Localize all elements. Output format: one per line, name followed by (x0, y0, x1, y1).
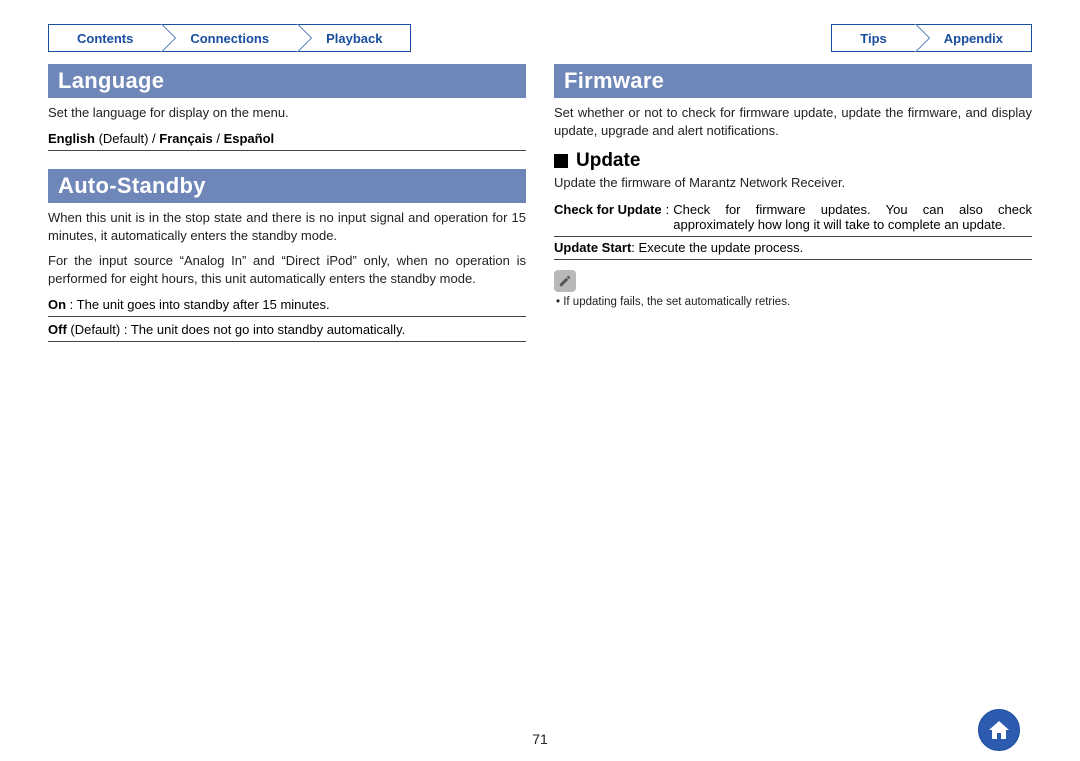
auto-standby-p1: When this unit is in the stop state and … (48, 209, 526, 245)
note-text: • If updating fails, the set automatical… (556, 296, 1032, 308)
nav-tabs-left: Contents Connections Playback (48, 24, 411, 52)
tab-connections[interactable]: Connections (162, 24, 298, 52)
tab-tips[interactable]: Tips (831, 24, 916, 52)
on-label: On (48, 297, 66, 312)
auto-standby-header: Auto-Standby (48, 169, 526, 203)
auto-standby-on: On : The unit goes into standby after 15… (48, 294, 526, 317)
update-sub-label: Update (576, 150, 640, 172)
nav-tabs-right: Tips Appendix (831, 24, 1032, 52)
tab-playback[interactable]: Playback (298, 24, 411, 52)
on-desc: : The unit goes into standby after 15 mi… (66, 297, 330, 312)
home-icon (987, 718, 1011, 742)
opt-sep1: (Default) / (95, 131, 159, 146)
pencil-note-icon (554, 270, 576, 292)
update-start-row: Update Start : Execute the update proces… (554, 237, 1032, 260)
update-desc: Update the firmware of Marantz Network R… (554, 174, 1032, 192)
language-options: English (Default) / Français / Español (48, 128, 526, 151)
check-for-update-row: Check for Update:Check for firmware upda… (554, 199, 1032, 237)
auto-standby-off: Off (Default) : The unit does not go int… (48, 319, 526, 342)
square-bullet-icon (554, 154, 568, 168)
start-desc: : Execute the update process. (631, 240, 1032, 255)
opt-sep2: / (213, 131, 224, 146)
left-column: Language Set the language for display on… (48, 64, 526, 344)
home-button[interactable] (978, 709, 1020, 751)
check-label: Check for Update (554, 202, 662, 232)
right-column: Firmware Set whether or not to check for… (554, 64, 1032, 344)
page-number: 71 (532, 731, 548, 747)
nav-tabs: Contents Connections Playback Tips Appen… (48, 24, 1032, 52)
tab-contents[interactable]: Contents (48, 24, 162, 52)
check-desc: Check for firmware updates. You can also… (673, 202, 1032, 232)
opt-francais: Français (159, 131, 212, 146)
tab-appendix[interactable]: Appendix (916, 24, 1032, 52)
language-desc: Set the language for display on the menu… (48, 104, 526, 122)
off-desc: (Default) : The unit does not go into st… (67, 322, 405, 337)
check-sep: : (662, 202, 674, 232)
auto-standby-p2: For the input source “Analog In” and “Di… (48, 252, 526, 288)
firmware-desc: Set whether or not to check for firmware… (554, 104, 1032, 140)
update-subheader: Update (554, 150, 1032, 172)
firmware-header: Firmware (554, 64, 1032, 98)
opt-espanol: Español (224, 131, 275, 146)
opt-english: English (48, 131, 95, 146)
language-header: Language (48, 64, 526, 98)
content-columns: Language Set the language for display on… (48, 64, 1032, 344)
off-label: Off (48, 322, 67, 337)
start-label: Update Start (554, 240, 631, 255)
